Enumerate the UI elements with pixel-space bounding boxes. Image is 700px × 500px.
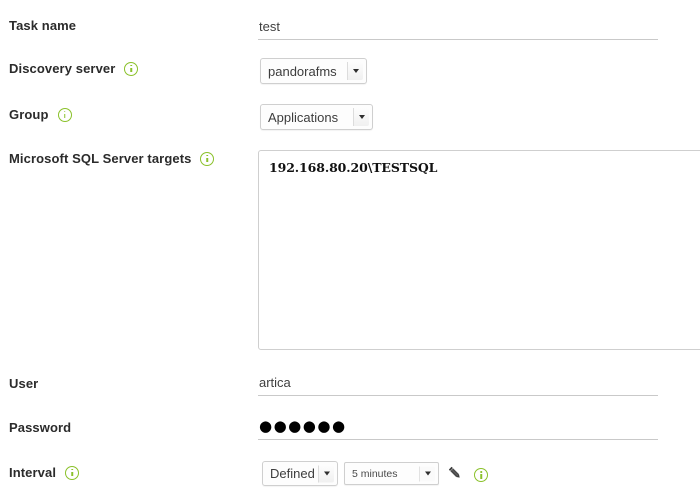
label-interval: Interval bbox=[9, 465, 80, 480]
interval-mode-select-value: Defined bbox=[270, 466, 315, 481]
discovery-server-select-value: pandorafms bbox=[268, 63, 337, 79]
info-icon-interval[interactable] bbox=[65, 465, 80, 480]
info-icon-mssql-targets[interactable] bbox=[200, 151, 215, 166]
label-mssql-targets: Microsoft SQL Server targets bbox=[9, 151, 215, 166]
label-task-name: Task name bbox=[9, 18, 76, 33]
label-group: Group bbox=[9, 107, 72, 122]
info-icon-interval-help[interactable] bbox=[474, 468, 488, 482]
password-input[interactable]: ●●●●●● bbox=[258, 418, 658, 440]
form-row-mssql-targets: Microsoft SQL Server targets 192.168.80.… bbox=[0, 150, 700, 350]
form-row-user: User bbox=[0, 372, 700, 406]
chevron-down-icon-group[interactable] bbox=[353, 108, 369, 126]
user-input[interactable] bbox=[258, 374, 658, 396]
discovery-task-form: Task name Discovery server pandorafms Gr… bbox=[0, 0, 700, 500]
form-row-interval: Interval Defined 5 minutes bbox=[0, 460, 700, 494]
form-row-discovery-server: Discovery server pandorafms bbox=[0, 58, 700, 92]
task-name-input[interactable] bbox=[258, 18, 658, 40]
chevron-down-icon-discovery-server[interactable] bbox=[347, 62, 363, 80]
label-discovery-server: Discovery server bbox=[9, 61, 139, 76]
label-task-name-text: Task name bbox=[9, 18, 77, 33]
info-icon-group[interactable] bbox=[57, 107, 72, 122]
label-discovery-server-text: Discovery server bbox=[9, 61, 116, 76]
group-select[interactable]: Applications bbox=[260, 104, 373, 130]
label-group-text: Group bbox=[9, 107, 49, 122]
discovery-server-select[interactable]: pandorafms bbox=[260, 58, 367, 84]
interval-amount-select-value: 5 minutes bbox=[352, 467, 398, 480]
group-select-value: Applications bbox=[268, 109, 339, 125]
label-password-text: Password bbox=[9, 420, 72, 435]
mssql-targets-textarea[interactable]: 192.168.80.20\TESTSQL bbox=[258, 150, 700, 350]
label-user: User bbox=[9, 376, 38, 391]
label-password: Password bbox=[9, 420, 71, 435]
interval-mode-select[interactable]: Defined bbox=[262, 461, 338, 486]
chevron-down-icon-interval-mode[interactable] bbox=[318, 465, 334, 482]
form-row-password: Password ●●●●●● bbox=[0, 416, 700, 450]
pencil-edit-icon[interactable] bbox=[446, 464, 464, 482]
label-interval-text: Interval bbox=[9, 465, 57, 480]
label-user-text: User bbox=[9, 376, 39, 391]
form-row-task-name: Task name bbox=[0, 14, 700, 48]
label-mssql-targets-text: Microsoft SQL Server targets bbox=[9, 151, 192, 166]
info-icon-discovery-server[interactable] bbox=[124, 61, 139, 76]
interval-amount-select[interactable]: 5 minutes bbox=[344, 462, 439, 485]
form-row-group: Group Applications bbox=[0, 104, 700, 138]
chevron-down-icon-interval-amount[interactable] bbox=[419, 466, 435, 481]
